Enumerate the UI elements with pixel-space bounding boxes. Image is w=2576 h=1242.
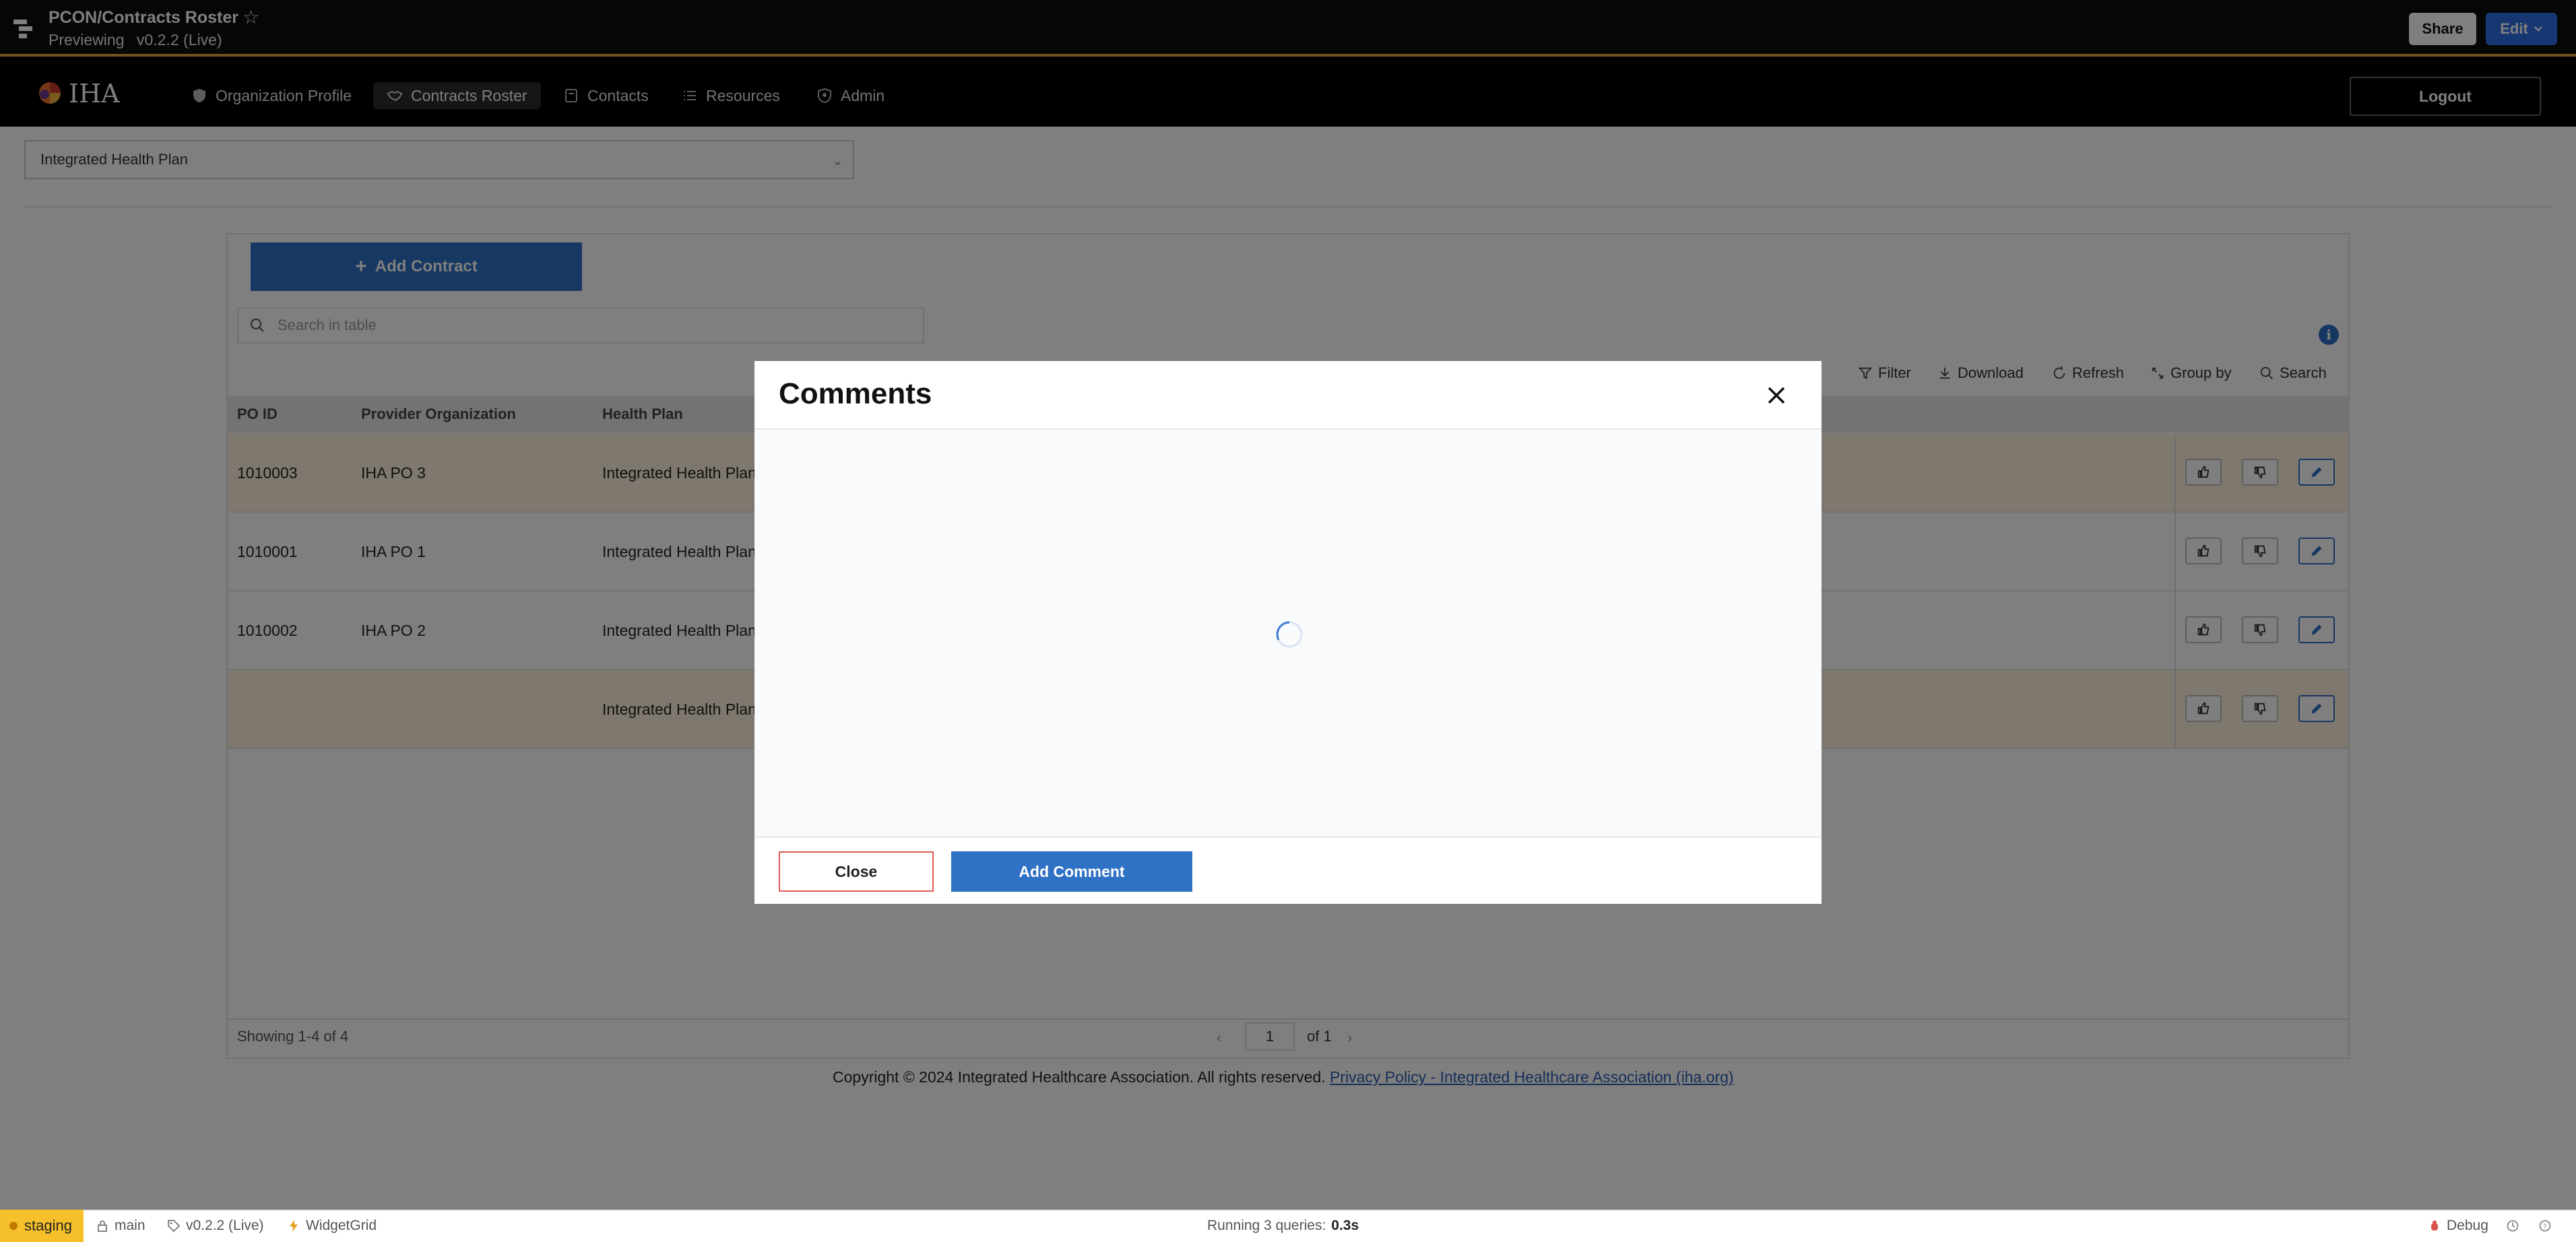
branch-indicator[interactable]: main [96, 1210, 146, 1242]
close-button[interactable]: Close [779, 851, 934, 892]
history-icon [2507, 1220, 2519, 1232]
lightning-icon [290, 1220, 298, 1232]
environment-badge[interactable]: staging [0, 1210, 84, 1242]
tag-icon [168, 1220, 181, 1233]
query-status: Running 3 queries: 0.3s [1207, 1210, 1359, 1242]
close-icon[interactable] [1765, 384, 1788, 407]
add-comment-button[interactable]: Add Comment [951, 851, 1192, 892]
running-time: 0.3s [1331, 1218, 1359, 1233]
widget-indicator[interactable]: WidgetGrid [287, 1210, 377, 1242]
debug-label: Debug [2447, 1218, 2488, 1233]
branch-label: main [115, 1218, 146, 1233]
widget-label: WidgetGrid [306, 1218, 377, 1233]
modal-body [754, 430, 1822, 838]
status-dot-icon [9, 1222, 18, 1230]
svg-text:?: ? [2543, 1223, 2546, 1231]
help-icon: ? [2539, 1220, 2551, 1232]
lock-icon [98, 1220, 107, 1232]
debug-button[interactable]: Debug [2428, 1210, 2488, 1242]
help-button[interactable]: ? [2538, 1210, 2552, 1242]
comments-modal: Comments Close Add Comment [754, 361, 1822, 904]
loading-spinner-icon [1276, 621, 1303, 648]
version-status-label: v0.2.2 (Live) [186, 1218, 264, 1233]
environment-label: staging [24, 1217, 72, 1234]
running-label: Running 3 queries: [1207, 1218, 1326, 1233]
history-button[interactable] [2506, 1210, 2519, 1242]
version-indicator[interactable]: v0.2.2 (Live) [167, 1210, 264, 1242]
bug-icon [2431, 1220, 2438, 1231]
modal-title: Comments [779, 377, 932, 410]
